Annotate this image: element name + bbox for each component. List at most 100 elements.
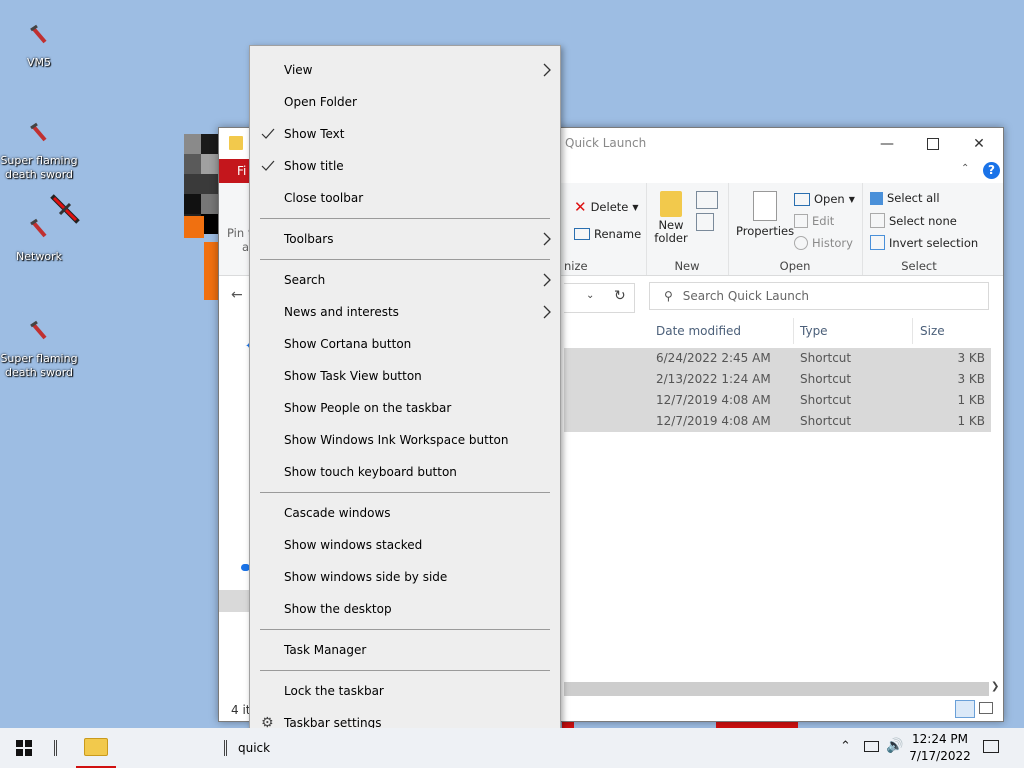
toolbar-grip-icon[interactable] [224,740,227,756]
large-icons-view-icon[interactable] [979,702,993,714]
close-button[interactable]: ✕ [956,128,1002,159]
collapse-ribbon-icon[interactable]: ⌃ [961,163,969,174]
nav-pane-selected-row[interactable] [219,590,250,612]
taskbar-file-explorer[interactable] [76,728,116,768]
table-row[interactable]: 6/24/2022 2:45 AM Shortcut 3 KB [564,348,991,369]
column-header-type[interactable]: Type [800,318,828,344]
rename-button[interactable]: Rename [574,227,641,241]
menu-item-close-toolbar[interactable]: Close toolbar [250,182,560,214]
properties-button[interactable]: Properties [736,191,794,238]
desktop-icon-vm5[interactable]: VM5 [0,20,79,70]
invert-selection-button[interactable]: Invert selection [870,235,978,250]
cell-size: 1 KB [957,393,985,407]
desktop-icon-sword-2[interactable]: Super flaming death sword [0,316,79,380]
table-row[interactable]: 2/13/2022 1:24 AM Shortcut 3 KB [564,369,991,390]
desktop-icon-label: Super flaming death sword [0,352,78,379]
cell-date: 2/13/2022 1:24 AM [656,372,771,386]
menu-item-show-cortana-button[interactable]: Show Cortana button [250,328,560,360]
delete-button[interactable]: ✕ Delete ▼ [574,198,639,216]
ribbon-group-open: Properties Open ▼ Edit History Open [728,183,863,275]
menu-item-show-touch-keyboard[interactable]: Show touch keyboard button [250,456,560,488]
edit-button[interactable]: Edit [794,214,834,228]
new-folder-icon [660,191,682,217]
menu-item-view[interactable]: View [250,54,560,86]
windows-logo-icon [16,740,32,756]
checkmark-icon [261,160,275,171]
menu-item-show-text[interactable]: Show Text [250,118,560,150]
group-label-new: New [674,259,700,273]
easy-access-icon[interactable] [696,213,714,231]
menu-item-show-windows-stacked[interactable]: Show windows stacked [250,529,560,561]
network-icon[interactable] [864,741,879,752]
quick-launch-toolbar-label[interactable]: quick [238,741,270,755]
menu-item-show-the-desktop[interactable]: Show the desktop [250,593,560,625]
cell-size: 3 KB [957,351,985,365]
search-input[interactable]: ⚲ Search Quick Launch [649,282,989,310]
checkmark-icon [261,128,275,139]
new-folder-button[interactable]: New folder [654,191,688,245]
menu-item-show-windows-ink[interactable]: Show Windows Ink Workspace button [250,424,560,456]
menu-item-show-task-view-button[interactable]: Show Task View button [250,360,560,392]
pixel-art-background [184,134,218,300]
menu-item-toolbars[interactable]: Toolbars [250,223,560,255]
menu-item-lock-the-taskbar[interactable]: Lock the taskbar [250,675,560,707]
select-all-button[interactable]: Select all [870,191,940,205]
menu-item-show-windows-side-by-side[interactable]: Show windows side by side [250,561,560,593]
menu-item-search[interactable]: Search [250,264,560,296]
volume-icon[interactable]: 🔊 [886,738,903,754]
menu-separator [260,492,550,493]
desktop-icon-label: Super flaming death sword [0,154,78,181]
column-header-size[interactable]: Size [920,318,945,344]
menu-item-show-title[interactable]: Show title [250,150,560,182]
cell-type: Shortcut [800,393,852,407]
back-arrow-icon[interactable]: ← [231,287,243,303]
menu-item-cascade-windows[interactable]: Cascade windows [250,497,560,529]
maximize-button[interactable] [910,128,956,159]
select-all-icon [870,191,883,205]
horizontal-scrollbar[interactable] [564,682,989,696]
menu-separator [260,670,550,671]
open-button[interactable]: Open ▼ [794,192,855,206]
menu-separator [260,629,550,630]
cell-date: 6/24/2022 2:45 AM [656,351,771,365]
cell-type: Shortcut [800,372,852,386]
chevron-down-icon[interactable]: ⌄ [586,290,594,301]
refresh-icon[interactable]: ↻ [614,288,626,304]
menu-item-news-and-interests[interactable]: News and interests [250,296,560,328]
desktop-icon-sword-1[interactable]: Super flaming death sword [0,118,79,182]
details-view-icon[interactable] [955,700,975,718]
menu-separator [260,259,550,260]
start-button[interactable] [0,728,48,768]
minimize-button[interactable]: — [864,128,910,159]
menu-separator [260,218,550,219]
select-none-button[interactable]: Select none [870,213,957,228]
open-icon [794,192,810,206]
menu-item-task-manager[interactable]: Task Manager [250,634,560,666]
sword-icon [23,118,55,150]
delete-x-icon: ✕ [574,198,587,216]
chevron-down-icon: ▼ [848,194,855,204]
scroll-right-arrow-icon[interactable]: ❯ [991,681,999,692]
help-icon[interactable]: ? [983,162,1000,179]
table-row[interactable]: 12/7/2019 4:08 AM Shortcut 1 KB [564,390,991,411]
folder-icon [229,136,243,150]
sword-icon [23,316,55,348]
column-header-date[interactable]: Date modified [656,318,741,344]
show-hidden-icons-chevron-icon[interactable]: ⌃ [840,739,851,754]
system-clock[interactable]: 12:24 PM 7/17/2022 [906,731,974,765]
column-divider[interactable] [793,318,794,344]
taskbar: quick ⌃ 🔊 12:24 PM 7/17/2022 [0,728,1024,768]
address-bar[interactable]: ⌄ ↻ [564,283,635,313]
clock-time: 12:24 PM [912,732,968,746]
table-row[interactable]: 12/7/2019 4:08 AM Shortcut 1 KB [564,411,991,432]
column-divider[interactable] [912,318,913,344]
new-item-icon[interactable] [696,191,718,209]
menu-item-open-folder[interactable]: Open Folder [250,86,560,118]
menu-item-show-people[interactable]: Show People on the taskbar [250,392,560,424]
notification-center-icon[interactable] [983,740,999,753]
toolbar-grip-icon[interactable] [54,740,57,756]
chevron-right-icon [543,63,551,77]
group-label-organize: nize [564,259,588,273]
maximize-icon [927,137,939,150]
history-button[interactable]: History [794,236,853,250]
